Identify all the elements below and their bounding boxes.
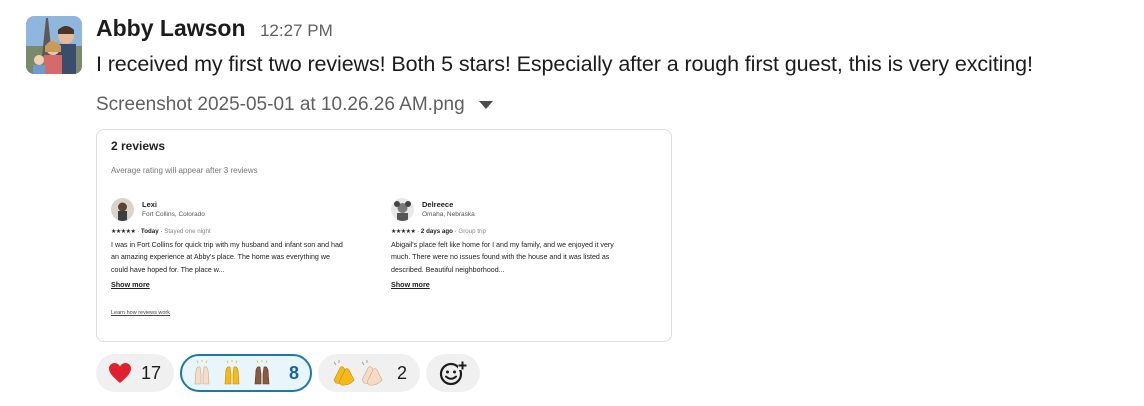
attachment-image-preview[interactable]: 2 reviews Average rating will appear aft… bbox=[96, 129, 672, 342]
message-timestamp[interactable]: 12:27 PM bbox=[260, 21, 333, 40]
reviews-subtitle: Average rating will appear after 3 revie… bbox=[111, 166, 258, 175]
rating-stars: ★★★★★ bbox=[111, 229, 136, 235]
add-reaction-button[interactable] bbox=[426, 354, 481, 392]
reviewer-location: Omaha, Nebraska bbox=[422, 211, 475, 218]
reaction-raised-hands[interactable]: 8 bbox=[180, 354, 313, 392]
attachment-header: Screenshot 2025-05-01 at 10.26.26 AM.png bbox=[96, 94, 493, 116]
reaction-heart[interactable]: 17 bbox=[96, 354, 175, 392]
add-reaction-icon bbox=[439, 360, 468, 386]
author-name[interactable]: Abby Lawson bbox=[96, 15, 246, 41]
raised-hands-icon bbox=[192, 360, 280, 386]
user-avatar[interactable] bbox=[26, 16, 82, 74]
review-meta: ★★★★★ · Today · Stayed one night bbox=[111, 228, 211, 235]
attachment-filename[interactable]: Screenshot 2025-05-01 at 10.26.26 AM.png bbox=[96, 94, 465, 116]
reviewer-name: Lexi bbox=[142, 200, 158, 209]
show-more-link: Show more bbox=[391, 280, 430, 289]
review-meta: ★★★★★ · 2 days ago · Group trip bbox=[391, 228, 486, 235]
reviews-title: 2 reviews bbox=[111, 139, 166, 153]
reaction-count: 2 bbox=[397, 362, 408, 383]
collapse-caret-icon[interactable] bbox=[478, 101, 493, 109]
message-header: Abby Lawson 12:27 PM bbox=[96, 15, 333, 42]
reviewer-avatar bbox=[111, 198, 134, 221]
heart-icon bbox=[108, 362, 132, 384]
learn-reviews-link: Learn how reviews work bbox=[111, 310, 170, 316]
show-more-link: Show more bbox=[111, 280, 150, 289]
review-text: I was in Fort Collins for quick trip wit… bbox=[111, 241, 343, 274]
rating-stars: ★★★★★ bbox=[391, 229, 416, 235]
message-text: I received my first two reviews! Both 5 … bbox=[96, 52, 1033, 76]
reviewer-location: Fort Collins, Colorado bbox=[142, 211, 205, 218]
reaction-clapping-hands[interactable]: 2 bbox=[318, 354, 421, 392]
reviewer-name: Delreece bbox=[422, 200, 454, 209]
reviewer-avatar bbox=[391, 198, 414, 221]
trip-type: Stayed one night bbox=[164, 228, 211, 235]
reaction-count: 17 bbox=[141, 362, 162, 383]
reactions-bar: 17 8 2 bbox=[96, 354, 481, 392]
review-date: 2 days ago bbox=[420, 228, 453, 235]
review-text: Abigail's place felt like home for I and… bbox=[391, 241, 614, 274]
clapping-hands-icon bbox=[330, 360, 388, 386]
review-date: Today bbox=[140, 228, 159, 235]
trip-type: Group trip bbox=[458, 228, 486, 235]
reaction-count: 8 bbox=[289, 362, 300, 383]
